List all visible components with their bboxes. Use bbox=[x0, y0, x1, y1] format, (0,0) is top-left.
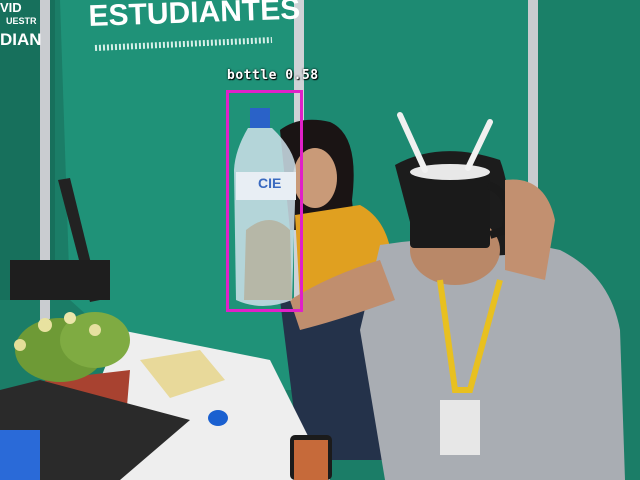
banner-left-fragment-bottom: DIAN bbox=[0, 30, 42, 49]
mug bbox=[410, 170, 490, 248]
man-shirt bbox=[360, 238, 625, 480]
chair-seat bbox=[10, 260, 110, 300]
laptop-screen-glow bbox=[0, 430, 40, 480]
scene-illustration bbox=[0, 0, 640, 480]
banner-left-fragment-top: VID bbox=[0, 0, 22, 15]
photo-scene: ESTUDIANTES VID UESTR DIAN CIE bottle 0.… bbox=[0, 0, 640, 480]
phone-screen bbox=[294, 440, 328, 480]
bottle-detection-box bbox=[226, 90, 303, 312]
bottle-detection-label: bottle 0.58 bbox=[227, 68, 319, 83]
blue-cap bbox=[208, 410, 228, 426]
badge bbox=[440, 400, 480, 455]
banner-left-fragment-mid: UESTR bbox=[6, 16, 37, 26]
